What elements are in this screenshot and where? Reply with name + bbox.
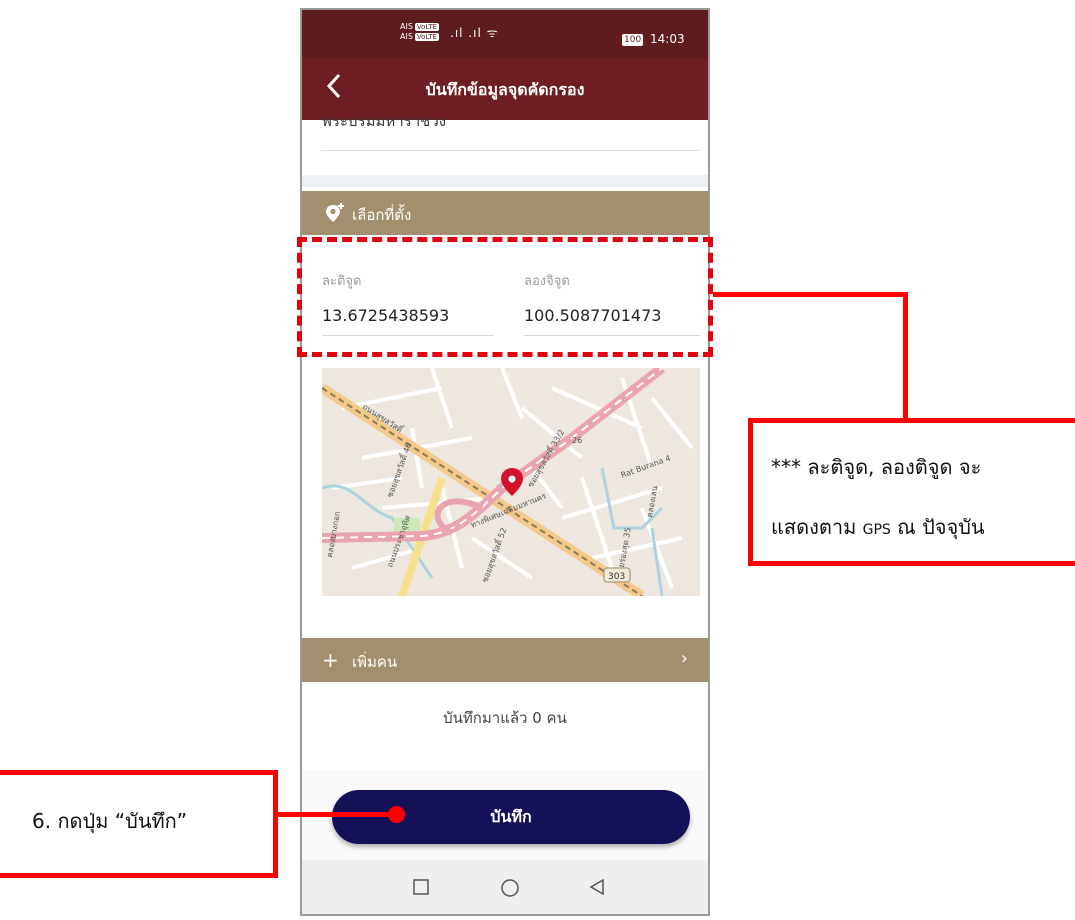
pointer-dot [388, 806, 405, 823]
back-triangle-icon[interactable] [588, 878, 608, 898]
volte-badge: VoLTE [414, 23, 440, 31]
gps-note-line-1: *** ละติจูด, ลองติจูด จะ [771, 451, 981, 483]
phone-screen: AIS VoLTE AIS VoLTE .ıl .ıl ᯤ 100 14:03 บั… [300, 8, 710, 916]
section-divider [302, 175, 708, 187]
step-callout: 6. กดปุ่ม “บันทึก” [0, 770, 278, 878]
road-shield-number: 303 [608, 572, 625, 582]
connector-line [903, 292, 908, 422]
step-label: 6. กดปุ่ม “บันทึก” [32, 809, 188, 833]
previous-field-value: พระบรมมหาราชวัง [322, 118, 447, 130]
sim-label: AIS [400, 22, 413, 31]
app-bar: บันทึกข้อมูลจุดคัดกรอง [302, 58, 708, 120]
signal-icons: .ıl .ıl ᯤ [450, 26, 499, 40]
gps-note-text: ณ ปัจจุบัน [897, 515, 985, 539]
chevron-right-icon: › [680, 648, 688, 669]
gps-note-text: แสดงตาม [771, 515, 857, 539]
clock: 14:03 [650, 32, 685, 46]
record-count: บันทึกมาแล้ว 0 คน [443, 709, 567, 727]
gps-note-line-2: แสดงตาม GPS ณ ปัจจุบัน [771, 511, 985, 543]
page-title: บันทึกข้อมูลจุดคัดกรอง [425, 80, 585, 99]
status-bar: AIS VoLTE AIS VoLTE .ıl .ıl ᯤ 100 14:03 [302, 10, 708, 58]
gps-note-text: *** ละติจูด, ลองติจูด จะ [771, 455, 982, 479]
add-location-icon [324, 202, 346, 224]
save-button[interactable]: บันทึก [332, 790, 690, 844]
connector-line [713, 292, 908, 297]
home-icon[interactable] [500, 878, 520, 898]
location-map[interactable]: ถนนสุขสวัสดิ์ ทางพิเศษเฉลิมมหานคร ถนนประ… [322, 368, 700, 596]
add-person-label: เพิ่มคน [352, 653, 398, 671]
map-road-label: 26 [572, 436, 582, 445]
sim-label: AIS [400, 32, 413, 41]
gps-note-callout: *** ละติจูด, ลองติจูด จะ แสดงตาม GPS ณ ป… [748, 418, 1075, 566]
sim-indicators: AIS VoLTE AIS VoLTE [400, 22, 440, 42]
recent-apps-icon[interactable] [412, 878, 432, 898]
gps-note-gps: GPS [862, 522, 891, 538]
form-content[interactable]: พระบรมมหาราชวัง เลือกที่ตั้ง ละติจูด 13.… [302, 118, 708, 770]
location-section-header[interactable]: เลือกที่ตั้ง [302, 191, 708, 235]
volte-badge: VoLTE [414, 33, 440, 41]
location-section-label: เลือกที่ตั้ง [352, 206, 412, 224]
add-person-section[interactable]: + เพิ่มคน › [302, 638, 708, 682]
connector-line [278, 812, 396, 817]
battery-icon: 100 [622, 34, 644, 46]
android-nav-bar [302, 860, 708, 914]
previous-field[interactable]: พระบรมมหาราชวัง [322, 118, 700, 151]
plus-icon: + [322, 648, 339, 672]
coordinates-highlight [297, 237, 713, 357]
